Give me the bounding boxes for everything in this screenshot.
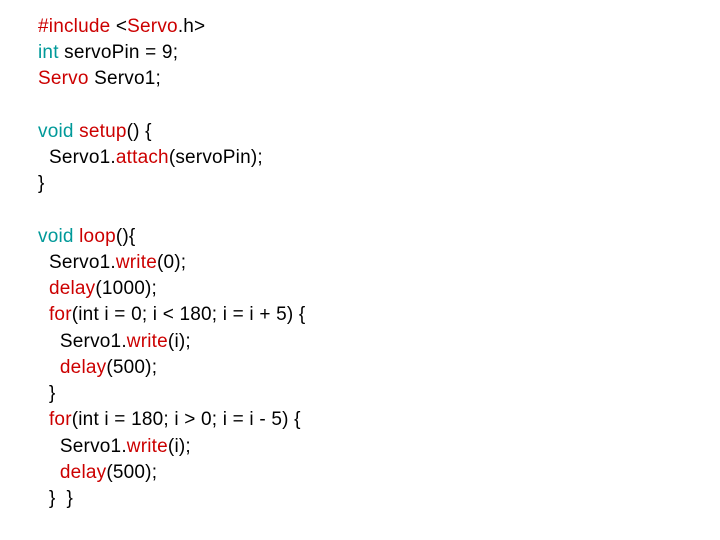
function: loop (74, 226, 116, 247)
type: int (38, 42, 59, 63)
code-text: (servoPin); (169, 147, 263, 168)
code-text: (i); (168, 331, 191, 352)
code-text: .h> (178, 16, 206, 37)
keyword: void (38, 226, 74, 247)
code-text: Servo1. (38, 252, 116, 273)
keyword: #include (38, 16, 110, 37)
code-text: (500); (106, 357, 157, 378)
code-text: (0); (157, 252, 186, 273)
method: write (127, 331, 168, 352)
code-text: } (38, 383, 56, 404)
function-call: delay (38, 278, 95, 299)
code-text: (1000); (95, 278, 157, 299)
method: attach (116, 147, 169, 168)
code-text: Servo1. (38, 436, 127, 457)
identifier: Servo (127, 16, 178, 37)
keyword: for (38, 409, 72, 430)
code-text: (){ (116, 226, 136, 247)
code-text: servoPin = 9; (59, 42, 179, 63)
keyword: for (38, 304, 72, 325)
code-text: Servo1. (38, 331, 127, 352)
code-text: (500); (106, 462, 157, 483)
function: setup (74, 121, 127, 142)
code-text: Servo1. (38, 147, 116, 168)
code-text: (int i = 180; i > 0; i = i - 5) { (72, 409, 301, 430)
code-text: (int i = 0; i < 180; i = i + 5) { (72, 304, 306, 325)
code-text: () { (127, 121, 152, 142)
method: write (127, 436, 168, 457)
code-text: (i); (168, 436, 191, 457)
code-text: < (110, 16, 127, 37)
code-block: #include <Servo.h> int servoPin = 9; Ser… (0, 0, 720, 512)
keyword: void (38, 121, 74, 142)
code-text: Servo1; (89, 68, 161, 89)
function-call: delay (38, 357, 106, 378)
type: Servo (38, 68, 89, 89)
function-call: delay (38, 462, 106, 483)
code-text: } } (38, 488, 73, 509)
code-text: } (38, 173, 45, 194)
method: write (116, 252, 157, 273)
